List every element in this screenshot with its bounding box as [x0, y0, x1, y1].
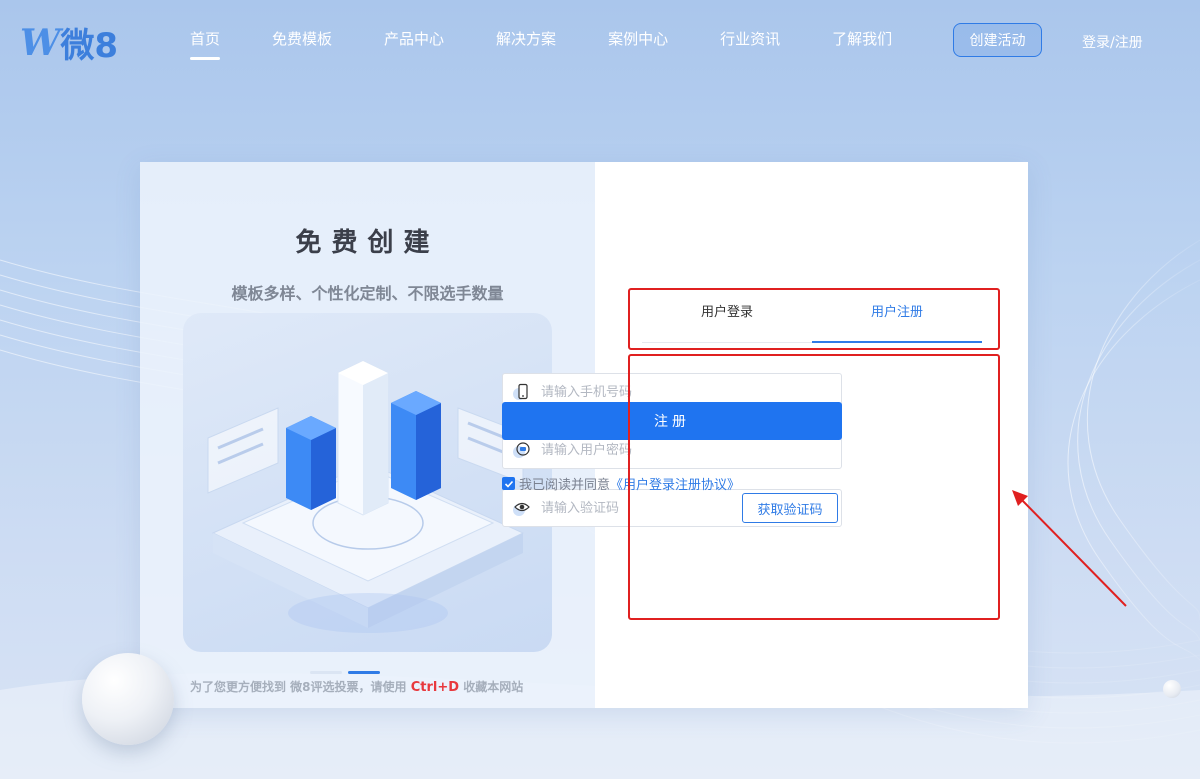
- nav-item-home[interactable]: 首页: [190, 28, 221, 60]
- checkmark-icon: [504, 480, 513, 488]
- nav-item-templates[interactable]: 免费模板: [272, 28, 332, 49]
- lock-icon: [511, 439, 533, 461]
- nav-item-products[interactable]: 产品中心: [384, 28, 444, 49]
- annotation-arrow-icon: [1012, 490, 1127, 607]
- agreement-link[interactable]: 《用户登录注册协议》: [610, 474, 740, 493]
- nav-item-news[interactable]: 行业资讯: [720, 28, 780, 49]
- create-activity-button[interactable]: 创建活动: [953, 23, 1042, 57]
- promo-title: 免费创建: [295, 228, 440, 258]
- carousel-dot[interactable]: [310, 671, 342, 674]
- decorative-sphere: [82, 653, 174, 745]
- bookmark-tip: 为了您更方便找到 微8评选投票，请使用 Ctrl+D 收藏本网站: [190, 678, 523, 695]
- bookmark-hotkey: Ctrl+D: [410, 680, 460, 695]
- carousel-dot-active[interactable]: [348, 671, 380, 674]
- carousel-indicator: [310, 671, 380, 674]
- register-button[interactable]: 注册: [502, 402, 842, 440]
- bookmark-tip-suffix: 收藏本网站: [463, 680, 524, 694]
- verification-code-field: 获取验证码: [502, 489, 842, 527]
- decorative-sphere-small: [1163, 680, 1181, 698]
- auth-tabs: 用户登录 用户注册: [642, 302, 982, 343]
- agreement-text: 我已阅读并同意: [519, 478, 611, 493]
- login-register-link[interactable]: 登录/注册: [1082, 32, 1143, 52]
- isometric-illustration: [183, 313, 552, 652]
- logo-mark: W: [20, 21, 60, 64]
- tab-login[interactable]: 用户登录: [642, 302, 812, 342]
- get-code-button[interactable]: 获取验证码: [742, 493, 838, 523]
- promo-subtitle: 模板多样、个性化定制、不限选手数量: [231, 284, 504, 303]
- nav-item-cases[interactable]: 案例中心: [608, 28, 668, 49]
- nav-item-solutions[interactable]: 解决方案: [496, 28, 556, 49]
- password-input[interactable]: [539, 441, 841, 459]
- phone-icon: [511, 381, 533, 403]
- agreement-checkbox[interactable]: [502, 477, 515, 490]
- tab-register[interactable]: 用户注册: [812, 302, 982, 343]
- logo-text: 微8: [60, 26, 119, 66]
- phone-input[interactable]: [539, 383, 841, 401]
- top-header: W 微8 首页 免费模板 产品中心 解决方案 案例中心 行业资讯 了解我们 创建…: [0, 0, 1200, 80]
- nav-item-about[interactable]: 了解我们: [832, 28, 892, 49]
- eye-icon: [511, 497, 533, 519]
- site-logo[interactable]: W 微8: [20, 18, 118, 67]
- agreement-row: 我已阅读并同意 《用户登录注册协议》: [502, 474, 740, 493]
- bookmark-tip-text: 为了您更方便找到 微8评选投票，请使用: [190, 680, 407, 694]
- main-nav: 首页 免费模板 产品中心 解决方案 案例中心 行业资讯 了解我们: [190, 28, 944, 60]
